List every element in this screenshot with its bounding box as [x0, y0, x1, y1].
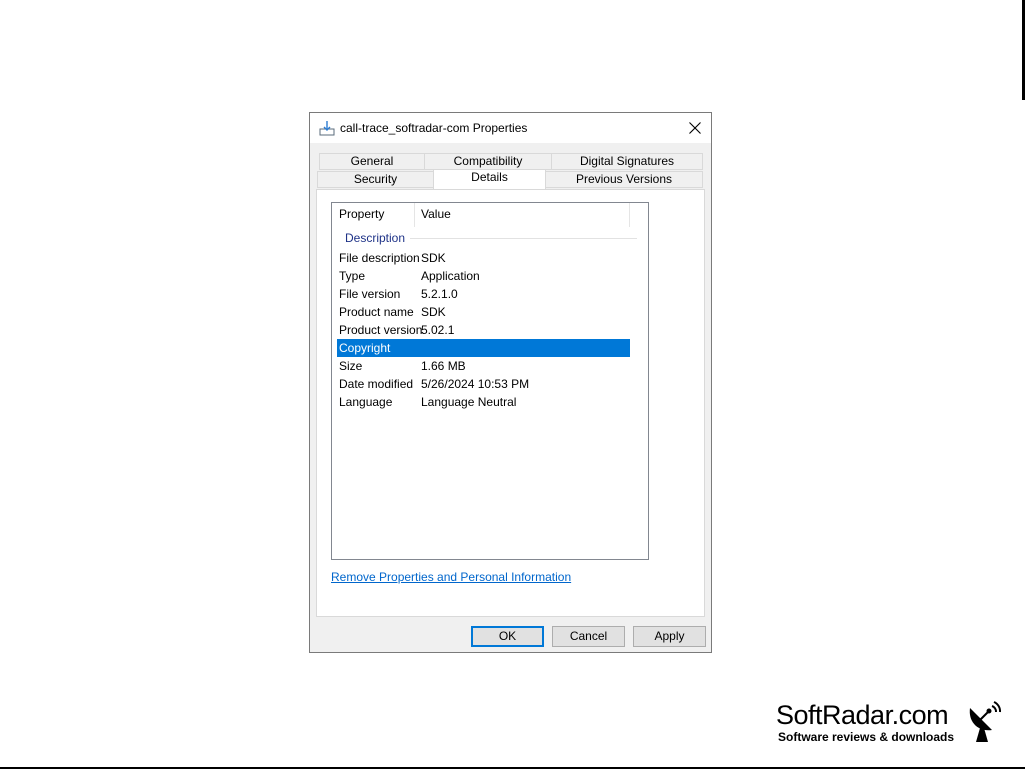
title-bar[interactable]: call-trace_softradar-com Properties	[310, 113, 711, 143]
details-panel: Property Value Description File descript…	[316, 189, 705, 617]
property-value: 1.66 MB	[421, 359, 466, 373]
property-value: SDK	[421, 251, 446, 265]
column-divider[interactable]	[414, 203, 415, 227]
ok-button[interactable]: OK	[471, 626, 544, 647]
list-item[interactable]: Size 1.66 MB	[337, 357, 630, 375]
property-name: Product version	[339, 323, 423, 337]
property-value: Application	[421, 269, 480, 283]
property-name: Size	[339, 359, 363, 373]
list-item[interactable]: Date modified 5/26/2024 10:53 PM	[337, 375, 630, 393]
close-button[interactable]	[680, 113, 710, 143]
tab-digital-signatures[interactable]: Digital Signatures	[551, 153, 703, 170]
tab-general[interactable]: General	[319, 153, 425, 170]
properties-dialog: call-trace_softradar-com Properties Gene…	[309, 112, 712, 653]
remove-properties-link[interactable]: Remove Properties and Personal Informati…	[331, 570, 571, 584]
window-title: call-trace_softradar-com Properties	[340, 121, 528, 135]
property-name: Product name	[339, 305, 414, 319]
property-name: Language	[339, 395, 393, 409]
column-header-value[interactable]: Value	[421, 207, 451, 221]
property-value: 5.02.1	[421, 323, 455, 337]
property-name: Copyright	[339, 341, 391, 355]
tab-security[interactable]: Security	[317, 171, 434, 188]
property-name: Date modified	[339, 377, 414, 391]
tab-previous-versions[interactable]: Previous Versions	[545, 171, 703, 188]
satellite-dish-icon	[966, 700, 1006, 747]
watermark-name: SoftRadar.com	[776, 700, 949, 730]
property-value: 5/26/2024 10:53 PM	[421, 377, 530, 391]
tab-details[interactable]: Details	[433, 169, 546, 189]
file-icon	[318, 119, 336, 137]
tab-compatibility[interactable]: Compatibility	[424, 153, 552, 170]
list-item[interactable]: Type Application	[337, 267, 630, 285]
watermark-tagline: Software reviews & downloads	[778, 730, 955, 744]
list-item[interactable]: File description SDK	[337, 249, 630, 267]
close-icon	[689, 122, 701, 134]
cancel-button[interactable]: Cancel	[552, 626, 625, 647]
apply-button[interactable]: Apply	[633, 626, 706, 647]
list-item[interactable]: Product version 5.02.1	[337, 321, 630, 339]
column-header-property[interactable]: Property	[339, 207, 384, 221]
details-list[interactable]: Property Value Description File descript…	[331, 202, 649, 560]
list-item[interactable]: Product name SDK	[337, 303, 630, 321]
property-value: SDK	[421, 305, 446, 319]
group-label-description: Description	[345, 231, 406, 245]
list-item[interactable]: Language Language Neutral	[337, 393, 630, 411]
column-divider[interactable]	[629, 203, 630, 227]
list-item[interactable]: File version 5.2.1.0	[337, 285, 630, 303]
property-value: Language Neutral	[421, 395, 517, 409]
property-value: 5.2.1.0	[421, 287, 458, 301]
softradar-watermark: SoftRadar.com Software reviews & downloa…	[776, 700, 1016, 750]
property-name: File description	[339, 251, 420, 265]
list-item-selected[interactable]: Copyright	[337, 339, 630, 357]
group-divider	[410, 238, 637, 239]
property-name: File version	[339, 287, 401, 301]
property-name: Type	[339, 269, 366, 283]
